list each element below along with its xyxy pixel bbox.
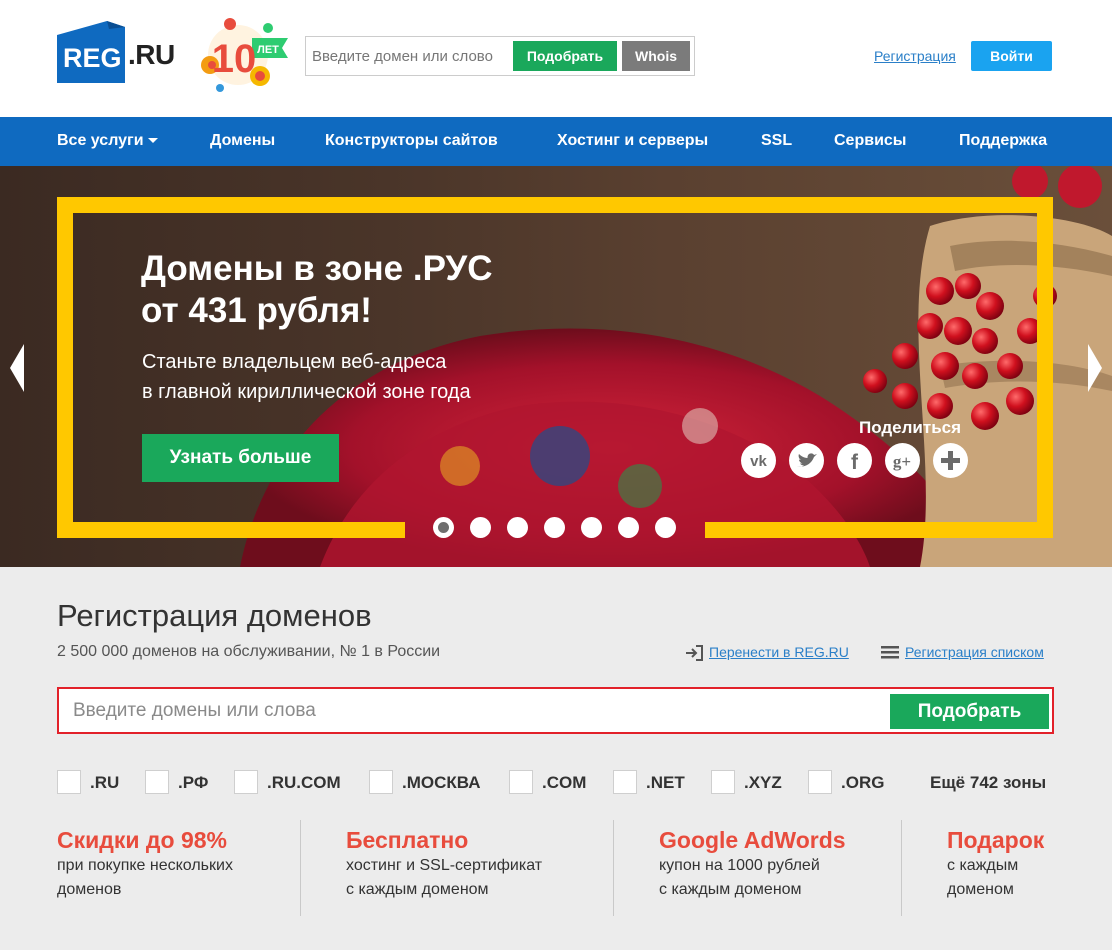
zone-label: .ORG (841, 773, 885, 792)
divider (901, 820, 902, 916)
slide-dot-3[interactable] (507, 517, 528, 538)
banner-frame-bottom-right (705, 522, 1053, 538)
plus-icon[interactable] (933, 443, 968, 478)
google-plus-icon[interactable]: g+ (885, 443, 920, 478)
vk-icon[interactable]: vk (741, 443, 776, 478)
register-list-link[interactable]: Регистрация списком (880, 644, 1044, 660)
zone-label: .МОСКВА (402, 773, 481, 792)
slide-dot-5[interactable] (581, 517, 602, 538)
nav-domains[interactable]: Домены (210, 132, 275, 150)
register-list-link-label: Регистрация списком (905, 644, 1044, 660)
promo-text: с каждым доменом (659, 881, 802, 898)
header-search: Подобрать Whois (305, 36, 695, 76)
domain-registration-title: Регистрация доменов (57, 598, 372, 633)
promo-text: при покупке нескольких (57, 857, 233, 874)
domain-search-input[interactable] (73, 697, 873, 725)
promo-title[interactable]: Скидки до 98% (57, 827, 233, 854)
svg-text:f: f (851, 451, 859, 474)
prev-slide-arrow-icon[interactable] (10, 344, 26, 392)
zone-label: .RU.COM (267, 773, 341, 792)
promo-free: Бесплатно хостинг и SSL-сертификат с каж… (346, 827, 542, 902)
zone-label: .RU (90, 773, 120, 792)
register-link[interactable]: Регистрация (874, 48, 956, 64)
promo-title[interactable]: Бесплатно (346, 827, 542, 854)
logo-box-icon: REG (57, 21, 125, 83)
domain-search: Подобрать (57, 687, 1054, 734)
zone-label: .COM (542, 773, 587, 792)
anniversary-badge-icon: 10 ЛЕТ (201, 18, 288, 92)
transfer-icon (686, 645, 703, 661)
nav-hosting[interactable]: Хостинг и серверы (557, 132, 708, 150)
checkbox[interactable] (509, 770, 533, 794)
nav-services[interactable]: Сервисы (834, 132, 906, 150)
nav-support[interactable]: Поддержка (959, 132, 1047, 150)
slide-dot-2[interactable] (470, 517, 491, 538)
checkbox[interactable] (369, 770, 393, 794)
learn-more-button[interactable]: Узнать больше (142, 434, 339, 482)
nav-site-builders[interactable]: Конструкторы сайтов (325, 132, 498, 150)
divider (300, 820, 301, 916)
promo-text: с каждым (947, 857, 1019, 874)
list-icon (881, 646, 899, 659)
slide-dot-7[interactable] (655, 517, 676, 538)
facebook-icon[interactable]: f (837, 443, 872, 478)
promo-title[interactable]: Подарок (947, 827, 1044, 854)
promo-text: доменов (57, 881, 122, 898)
header-pick-button[interactable]: Подобрать (513, 41, 617, 71)
nav-all-services-label: Все услуги (57, 132, 144, 149)
promo-text: с каждым доменом (346, 881, 489, 898)
transfer-link[interactable]: Перенести в REG.RU (684, 644, 849, 661)
checkbox[interactable] (145, 770, 169, 794)
checkbox[interactable] (234, 770, 258, 794)
nav-ssl[interactable]: SSL (761, 132, 792, 150)
zone-label: .XYZ (744, 773, 782, 792)
next-slide-arrow-icon[interactable] (1086, 344, 1102, 392)
svg-text:ЛЕТ: ЛЕТ (257, 44, 279, 56)
promo-title[interactable]: Google AdWords (659, 827, 846, 854)
twitter-icon[interactable] (789, 443, 824, 478)
slide-dot-6[interactable] (618, 517, 639, 538)
svg-text:REG: REG (63, 43, 122, 73)
header-search-input[interactable] (312, 43, 512, 69)
logo-ru-text: .RU (128, 39, 175, 70)
zone-label: .NET (646, 773, 685, 792)
promo-banner: Домены в зоне .РУС от 431 рубля! Станьте… (0, 166, 1112, 567)
banner-subtitle: Станьте владельцем веб-адреса в главной … (142, 347, 562, 407)
reg-ru-logo[interactable]: REG .RU (57, 21, 182, 83)
svg-text:10: 10 (212, 37, 257, 81)
domain-pick-button[interactable]: Подобрать (890, 694, 1049, 729)
checkbox[interactable] (808, 770, 832, 794)
checkbox[interactable] (57, 770, 81, 794)
main-nav: Все услуги Домены Конструкторы сайтов Хо… (0, 117, 1112, 166)
header: REG .RU 10 ЛЕТ Подобрать Whois Регистрац… (0, 0, 1112, 117)
banner-subtitle-line1: Станьте владельцем веб-адреса (142, 351, 447, 373)
domain-registration-subtitle: 2 500 000 доменов на обслуживании, № 1 в… (57, 643, 441, 660)
promo-text: доменом (947, 881, 1014, 898)
transfer-link-label: Перенести в REG.RU (709, 644, 849, 660)
slide-dot-4[interactable] (544, 517, 565, 538)
login-button[interactable]: Войти (971, 41, 1052, 71)
svg-text:g+: g+ (893, 452, 911, 471)
nav-all-services[interactable]: Все услуги (57, 132, 158, 150)
banner-title-line2: от 431 рубля! (141, 291, 372, 330)
divider (613, 820, 614, 916)
svg-text:vk: vk (750, 453, 767, 470)
slide-dot-1[interactable] (433, 517, 454, 538)
checkbox[interactable] (613, 770, 637, 794)
banner-title: Домены в зоне .РУС от 431 рубля! (141, 248, 561, 332)
banner-subtitle-line2: в главной кириллической зоне года (142, 381, 471, 403)
promo-text: купон на 1000 рублей (659, 857, 820, 874)
zone-label: .РФ (178, 773, 209, 792)
banner-title-line1: Домены в зоне .РУС (141, 249, 493, 288)
promo-discount: Скидки до 98% при покупке нескольких дом… (57, 827, 233, 902)
promo-adwords: Google AdWords купон на 1000 рублей с ка… (659, 827, 846, 902)
promo-text: хостинг и SSL-сертификат (346, 857, 543, 874)
banner-frame-bottom-left (57, 522, 405, 538)
promo-gift: Подарок с каждым доменом (947, 827, 1044, 902)
whois-button[interactable]: Whois (622, 41, 690, 71)
checkbox[interactable] (711, 770, 735, 794)
share-label: Поделиться (859, 418, 962, 437)
chevron-down-icon (147, 138, 158, 144)
more-zones-link[interactable]: Ещё 742 зоны (930, 773, 1046, 793)
